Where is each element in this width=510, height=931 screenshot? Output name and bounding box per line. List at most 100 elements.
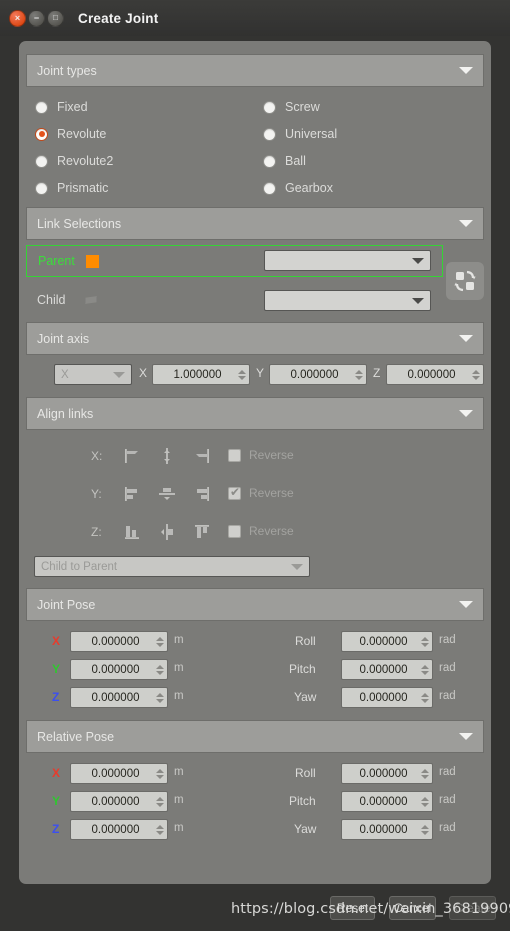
spin-value: 0.000000	[359, 767, 408, 780]
spin-value: 0.000000	[91, 663, 140, 676]
radio-label: Gearbox	[285, 181, 333, 195]
radio-icon	[35, 100, 48, 114]
radio-icon	[35, 154, 48, 168]
joint-pose-roll-spinbox[interactable]: 0.000000	[341, 631, 433, 652]
section-header-align-links[interactable]: Align links	[26, 397, 484, 430]
section-header-link-selections[interactable]: Link Selections	[26, 207, 484, 240]
joint-pose-y-spinbox[interactable]: 0.000000	[70, 659, 168, 680]
reverse-z-label: Reverse	[249, 524, 294, 538]
radio-icon	[263, 181, 276, 195]
joint-axis-preset-combo[interactable]: X	[54, 364, 132, 385]
radio-icon	[263, 154, 276, 168]
close-icon[interactable]: ×	[9, 9, 26, 27]
section-title: Joint Pose	[37, 597, 96, 612]
reverse-x-checkbox[interactable]	[228, 449, 241, 462]
reverse-z-checkbox[interactable]	[228, 525, 241, 538]
spinner-arrows-icon[interactable]	[472, 369, 481, 380]
reverse-x-label: Reverse	[249, 448, 294, 462]
relative-pose-z-unit: m	[174, 822, 184, 834]
relative-pose-roll-spinbox[interactable]: 0.000000	[341, 763, 433, 784]
joint-axis-z-spinbox[interactable]: 0.000000	[386, 364, 484, 385]
reverse-y-checkbox[interactable]	[228, 485, 241, 500]
spinner-arrows-icon[interactable]	[421, 664, 430, 675]
spin-value: 0.000000	[359, 691, 408, 704]
spinner-arrows-icon[interactable]	[421, 768, 430, 779]
section-title: Relative Pose	[37, 729, 115, 744]
relative-pose-x-unit: m	[174, 766, 184, 778]
align-axis-x-label: X:	[91, 449, 103, 463]
axis-x-label: X	[139, 366, 148, 380]
radio-screw[interactable]: Screw	[263, 100, 320, 114]
spinner-arrows-icon[interactable]	[421, 796, 430, 807]
section-body-align-links: X: Reverse Y: Reverse Z:	[26, 430, 484, 588]
parent-link-combo[interactable]	[264, 250, 431, 271]
section-header-relative-pose[interactable]: Relative Pose	[26, 720, 484, 753]
spinner-arrows-icon[interactable]	[355, 369, 364, 380]
radio-fixed[interactable]: Fixed	[35, 100, 88, 114]
joint-axis-x-spinbox[interactable]: 1.000000	[152, 364, 250, 385]
align-y-min-icon[interactable]	[122, 484, 142, 504]
chevron-down-icon	[412, 257, 424, 264]
joint-axis-y-spinbox[interactable]: 0.000000	[269, 364, 367, 385]
align-z-center-icon[interactable]	[157, 522, 177, 542]
align-x-min-icon[interactable]	[122, 446, 142, 466]
relative-pose-yaw-spinbox[interactable]: 0.000000	[341, 819, 433, 840]
relative-pose-yaw-unit: rad	[439, 822, 456, 834]
joint-pose-x-spinbox[interactable]: 0.000000	[70, 631, 168, 652]
minimize-icon[interactable]: −	[28, 9, 45, 27]
joint-pose-pitch-spinbox[interactable]: 0.000000	[341, 659, 433, 680]
spinner-arrows-icon[interactable]	[421, 692, 430, 703]
spinner-arrows-icon[interactable]	[421, 824, 430, 835]
radio-prismatic[interactable]: Prismatic	[35, 181, 108, 195]
section-header-joint-axis[interactable]: Joint axis	[26, 322, 484, 355]
swap-links-button[interactable]	[446, 262, 484, 300]
relative-pose-x-spinbox[interactable]: 0.000000	[70, 763, 168, 784]
section-header-joint-pose[interactable]: Joint Pose	[26, 588, 484, 621]
relative-pose-y-spinbox[interactable]: 0.000000	[70, 791, 168, 812]
spinner-arrows-icon[interactable]	[238, 369, 247, 380]
child-link-combo[interactable]	[264, 290, 431, 311]
relative-pose-roll-unit: rad	[439, 766, 456, 778]
radio-label: Prismatic	[57, 181, 109, 195]
section-body-relative-pose: X 0.000000 m Y 0.000000 m Z 0.000000 m R…	[26, 753, 484, 852]
radio-gearbox[interactable]: Gearbox	[263, 181, 333, 195]
spinner-arrows-icon[interactable]	[156, 692, 165, 703]
spin-value: 0.000000	[91, 635, 140, 648]
spin-value: 0.000000	[290, 368, 339, 381]
spinner-arrows-icon[interactable]	[421, 636, 430, 647]
radio-label: Revolute2	[57, 154, 114, 168]
relative-pose-y-unit: m	[174, 794, 184, 806]
create-joint-dialog: × − □ Create Joint Joint types Fixed Rev…	[0, 0, 510, 931]
align-y-max-icon[interactable]	[192, 484, 212, 504]
spinner-arrows-icon[interactable]	[156, 768, 165, 779]
spinner-arrows-icon[interactable]	[156, 796, 165, 807]
joint-pose-z-spinbox[interactable]: 0.000000	[70, 687, 168, 708]
relative-pose-pitch-unit: rad	[439, 794, 456, 806]
spinner-arrows-icon[interactable]	[156, 636, 165, 647]
radio-ball[interactable]: Ball	[263, 154, 306, 168]
section-title: Align links	[37, 406, 94, 421]
spin-value: 0.000000	[359, 823, 408, 836]
spinner-arrows-icon[interactable]	[156, 824, 165, 835]
spin-value: 0.000000	[91, 691, 140, 704]
maximize-icon[interactable]: □	[47, 9, 64, 27]
relative-pose-z-spinbox[interactable]: 0.000000	[70, 819, 168, 840]
relative-pose-z-label: Z	[52, 822, 60, 836]
section-title: Joint axis	[37, 331, 90, 346]
radio-revolute[interactable]: Revolute	[35, 127, 106, 141]
align-x-max-icon[interactable]	[192, 446, 212, 466]
spinner-arrows-icon[interactable]	[156, 664, 165, 675]
relative-pose-pitch-spinbox[interactable]: 0.000000	[341, 791, 433, 812]
chevron-down-icon	[412, 297, 424, 304]
radio-revolute2[interactable]: Revolute2	[35, 154, 113, 168]
align-z-min-icon[interactable]	[122, 522, 142, 542]
align-direction-combo[interactable]: Child to Parent	[34, 556, 310, 577]
align-y-center-icon[interactable]	[157, 484, 177, 504]
radio-label: Screw	[285, 100, 320, 114]
align-z-max-icon[interactable]	[192, 522, 212, 542]
section-header-joint-types[interactable]: Joint types	[26, 54, 484, 87]
chevron-down-icon	[459, 220, 473, 227]
radio-universal[interactable]: Universal	[263, 127, 337, 141]
align-x-center-icon[interactable]	[157, 446, 177, 466]
joint-pose-yaw-spinbox[interactable]: 0.000000	[341, 687, 433, 708]
